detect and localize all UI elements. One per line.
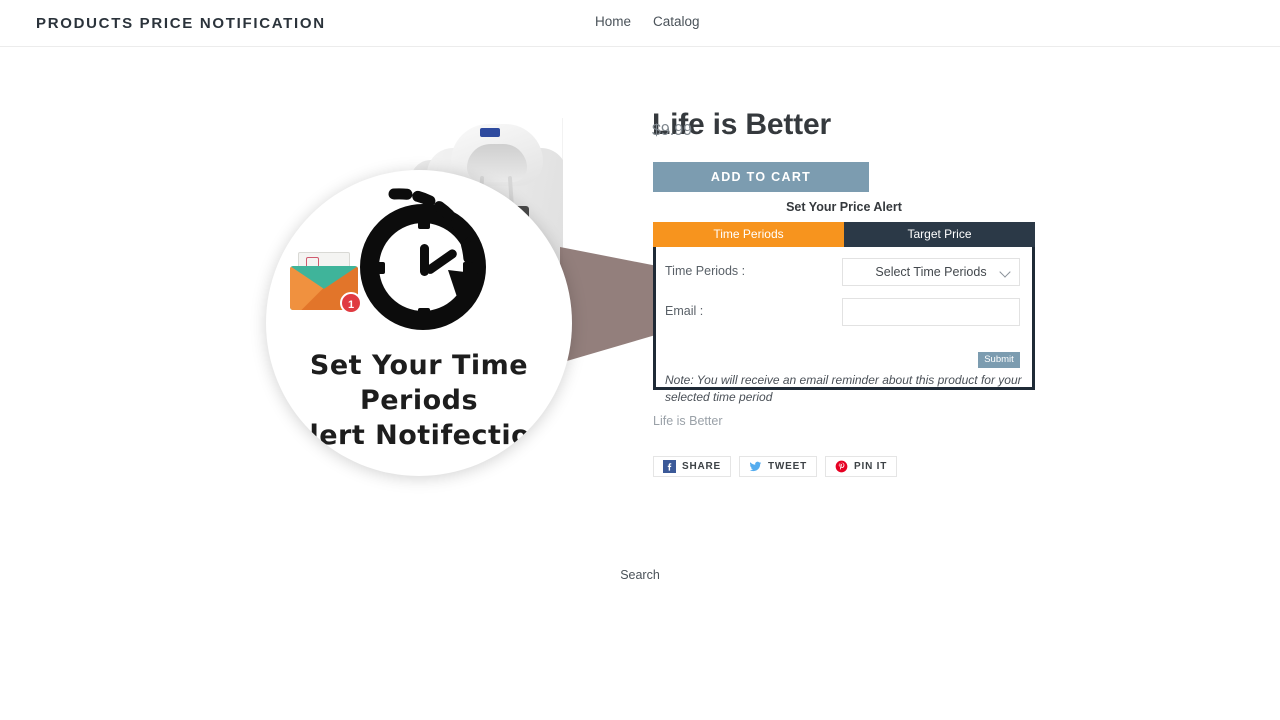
share-twitter-label: TWEET	[768, 461, 808, 472]
time-periods-select-value: Select Time Periods	[875, 265, 987, 279]
time-periods-select-wrap[interactable]: Select Time Periods	[842, 258, 1020, 286]
facebook-icon	[663, 460, 676, 473]
time-periods-select[interactable]: Select Time Periods	[842, 258, 1020, 286]
nav-item-catalog[interactable]: Catalog	[653, 14, 700, 29]
email-row: Email :	[656, 295, 1038, 329]
price-alert-note: Note: You will receive an email reminder…	[665, 373, 1022, 404]
share-facebook-label: SHARE	[682, 461, 722, 472]
refresh-arrow-icon	[388, 188, 482, 300]
submit-button[interactable]: Submit	[978, 352, 1020, 368]
twitter-icon	[749, 461, 762, 472]
overlay-caption: Set Your Time Periods Alert Notifection	[266, 348, 572, 453]
footer-search-link[interactable]: Search	[620, 568, 660, 582]
main-nav: Home Catalog	[595, 14, 700, 29]
price-alert-tabs: Time Periods Target Price	[653, 222, 1035, 247]
time-periods-row: Time Periods : Select Time Periods	[656, 255, 1038, 289]
site-header: PRODUCTS PRICE NOTIFICATION Home Catalog	[0, 0, 1280, 47]
email-field[interactable]	[842, 298, 1020, 326]
add-to-cart-button[interactable]: ADD TO CART	[653, 162, 869, 192]
footer: Search	[0, 568, 1280, 582]
chevron-down-icon	[999, 266, 1011, 278]
magnifier-lens: 1 Set Your Time Periods Alert Notifectio…	[266, 170, 572, 476]
tab-time-periods[interactable]: Time Periods	[653, 222, 844, 247]
email-label: Email :	[665, 304, 704, 318]
site-logo[interactable]: PRODUCTS PRICE NOTIFICATION	[36, 15, 326, 32]
share-pinterest-label: PIN IT	[854, 461, 888, 472]
time-periods-label: Time Periods :	[665, 264, 746, 278]
nav-item-home[interactable]: Home	[595, 14, 631, 29]
product-vendor: Life is Better	[653, 414, 723, 428]
price-alert-body: Time Periods : Select Time Periods Email…	[653, 247, 1038, 404]
tab-target-price[interactable]: Target Price	[844, 222, 1035, 247]
social-share-row: SHARE TWEET PIN IT	[653, 456, 898, 477]
envelope-icon: 1	[290, 252, 362, 314]
overlay-caption-line2: Alert Notifection	[288, 420, 550, 451]
share-facebook-button[interactable]: SHARE	[653, 456, 732, 477]
product-price: $9.99	[652, 122, 693, 139]
share-pinterest-button[interactable]: PIN IT	[825, 456, 898, 477]
share-twitter-button[interactable]: TWEET	[739, 456, 818, 477]
overlay-caption-line1: Set Your Time Periods	[309, 350, 529, 416]
notification-badge: 1	[340, 292, 362, 314]
price-alert-heading: Set Your Price Alert	[786, 200, 902, 214]
pinterest-icon	[835, 460, 848, 473]
price-alert-widget: Time Periods Target Price Time Periods :…	[653, 222, 1038, 404]
